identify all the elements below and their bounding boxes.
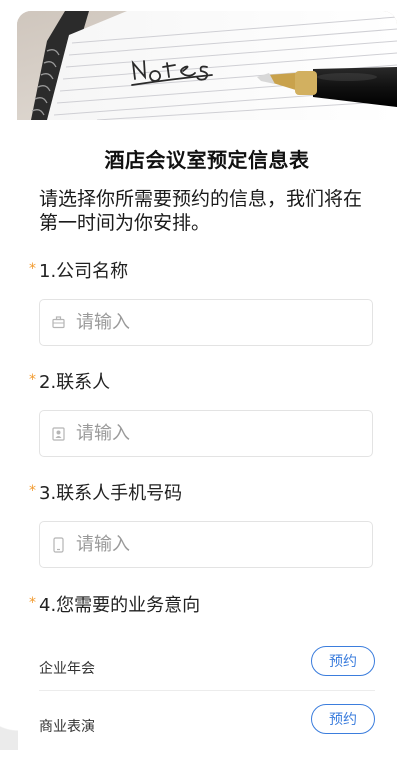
question-label: 3.联系人手机号码: [39, 483, 183, 504]
briefcase-icon: [51, 315, 65, 331]
question-phone: * 3.联系人手机号码: [29, 482, 375, 568]
phone-field[interactable]: [39, 521, 373, 568]
contact-person-input[interactable]: [76, 423, 336, 444]
book-button[interactable]: 预约: [311, 646, 375, 676]
question-label: 2.联系人: [39, 372, 111, 393]
question-label: 4.您需要的业务意向: [39, 595, 201, 616]
required-mark: *: [29, 261, 36, 277]
question-label: 1.公司名称: [39, 261, 129, 282]
contact-card-icon: [51, 426, 65, 442]
contact-person-field[interactable]: [39, 410, 373, 457]
company-name-input[interactable]: [76, 312, 336, 333]
option-label: 企业年会: [39, 661, 95, 677]
list-item: 商业表演 预约: [39, 691, 375, 747]
phone-icon: [51, 536, 65, 553]
phone-input[interactable]: [76, 534, 336, 555]
option-label: 商业表演: [39, 719, 95, 735]
form-body: 酒店会议室预定信息表 请选择你所需要预约的信息，我们将在第一时间为你安排。 * …: [17, 147, 397, 747]
intent-options: 企业年会 预约 商业表演 预约: [39, 632, 375, 747]
required-mark: *: [29, 372, 36, 388]
book-button[interactable]: 预约: [311, 704, 375, 734]
banner-image: [17, 11, 397, 120]
question-company-name: * 1.公司名称: [29, 260, 375, 346]
company-name-field[interactable]: [39, 299, 373, 346]
notes-illustration: [17, 11, 397, 120]
question-business-intent: * 4.您需要的业务意向 企业年会 预约 商业表演 预约: [29, 594, 375, 747]
list-item: 企业年会 预约: [39, 632, 375, 691]
required-mark: *: [29, 595, 36, 611]
form-card: 酒店会议室预定信息表 请选择你所需要预约的信息，我们将在第一时间为你安排。 * …: [17, 11, 397, 771]
device-corner: [0, 690, 18, 750]
form-title: 酒店会议室预定信息表: [104, 148, 310, 172]
form-description: 请选择你所需要预约的信息，我们将在第一时间为你安排。: [39, 188, 363, 234]
required-mark: *: [29, 483, 36, 499]
question-contact-person: * 2.联系人: [29, 371, 375, 457]
